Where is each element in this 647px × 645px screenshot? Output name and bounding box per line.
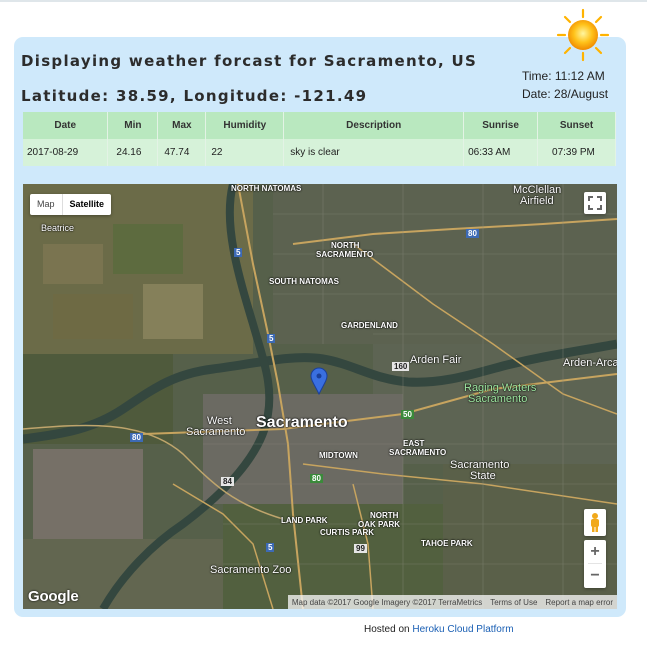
column-header-description: Description (283, 112, 465, 139)
cell-max: 47.74 (157, 139, 207, 166)
fullscreen-button[interactable] (584, 192, 606, 214)
map-label-interstate-5-north: 5 (234, 248, 243, 257)
map-label-south-natomas: SOUTH NATOMAS (269, 277, 339, 286)
column-header-max: Max (157, 112, 207, 139)
map-label-north-sacramento-1: NORTH (331, 241, 360, 250)
map-label-east-sacramento-2: SACRAMENTO (389, 448, 447, 457)
cell-sunrise: 06:33 AM (463, 139, 539, 166)
map-label-arden-fair: Arden Fair (410, 354, 462, 366)
cell-humidity: 22 (205, 139, 285, 166)
hosted-prefix: Hosted on (364, 624, 410, 635)
map-label-midtown: MIDTOWN (319, 451, 358, 460)
map-label-west-sacramento-2: Sacramento (186, 426, 246, 438)
column-header-sunrise: Sunrise (463, 112, 539, 139)
coordinates-heading: Latitude: 38.59, Longitude: -121.49 (21, 87, 368, 105)
map-attribution-bar: Map data ©2017 Google Imagery ©2017 Terr… (287, 595, 617, 609)
forecast-table: Date Min Max Humidity Description Sunris… (23, 112, 616, 166)
google-logo[interactable]: Google (28, 588, 79, 605)
map-label-curtis-park: CURTIS PARK (320, 528, 375, 537)
map-label-north-sacramento-2: SACRAMENTO (316, 250, 374, 259)
table-row: 2017-08-29 24.16 47.74 22 sky is clear 0… (23, 139, 616, 166)
map-label-sacramento-zoo: Sacramento Zoo (210, 564, 292, 576)
map-label-highway-80-east: 80 (466, 229, 479, 238)
fullscreen-icon (588, 196, 602, 210)
map-type-satellite-button[interactable]: Satellite (61, 194, 112, 215)
cell-description: sky is clear (283, 139, 465, 166)
terms-of-use-link[interactable]: Terms of Use (490, 598, 537, 607)
map-label-route-50: 50 (401, 410, 414, 419)
map-label-north-oak-park-1: NORTH (370, 511, 399, 520)
map-label-interstate-5-mid: 5 (267, 334, 276, 343)
map-label-route-99: 99 (354, 544, 367, 553)
sun-icon (556, 8, 610, 62)
map-type-map-button[interactable]: Map (30, 194, 62, 215)
pegman-icon (591, 513, 599, 532)
column-header-date: Date (23, 112, 109, 139)
map-label-sacramento-state-2: State (470, 470, 496, 482)
cell-min: 24.16 (107, 139, 159, 166)
table-header-row: Date Min Max Humidity Description Sunris… (23, 112, 616, 139)
column-header-sunset: Sunset (537, 112, 616, 139)
zoom-out-button[interactable]: − (584, 564, 606, 587)
satellite-map[interactable]: NORTH NATOMAS McClellan Airfield Beatric… (23, 184, 617, 609)
top-divider (0, 0, 647, 2)
map-label-highway-80-west: 80 (130, 433, 143, 442)
cell-date: 2017-08-29 (23, 139, 109, 166)
map-label-raging-waters-2: Sacramento (468, 393, 528, 405)
map-type-toggle: Map Satellite (30, 194, 112, 215)
zoom-control: + − (584, 540, 606, 588)
map-label-land-park: LAND PARK (281, 516, 328, 525)
zoom-in-button[interactable]: + (584, 540, 606, 563)
column-header-humidity: Humidity (205, 112, 285, 139)
map-label-airfield: Airfield (520, 195, 554, 207)
map-label-interstate-5-south: 5 (266, 543, 275, 552)
current-date: Date: 28/August (522, 87, 609, 101)
cell-sunset: 07:39 PM (537, 139, 616, 166)
map-label-route-84: 84 (221, 477, 234, 486)
map-label-north-natomas: NORTH NATOMAS (231, 184, 302, 193)
map-label-business-80: 80 (310, 474, 323, 483)
street-view-pegman-button[interactable] (584, 509, 606, 536)
hosted-footer: Hosted on Heroku Cloud Platform (364, 624, 514, 635)
report-map-error-link[interactable]: Report a map error (545, 598, 613, 607)
map-label-sacramento: Sacramento (256, 414, 348, 431)
column-header-min: Min (107, 112, 159, 139)
map-label-arden-arcade: Arden-Arca (563, 357, 617, 369)
map-label-tahoe-park: TAHOE PARK (421, 539, 473, 548)
map-data-attribution: Map data ©2017 Google Imagery ©2017 Terr… (291, 597, 483, 607)
map-label-east-sacramento-1: EAST (403, 439, 425, 448)
satellite-imagery (23, 184, 617, 609)
page-title: Displaying weather forcast for Sacrament… (21, 52, 478, 70)
map-label-beatrice: Beatrice (41, 223, 75, 233)
map-label-route-160: 160 (392, 362, 410, 371)
current-time: Time: 11:12 AM (522, 69, 605, 83)
heroku-link[interactable]: Heroku Cloud Platform (412, 624, 513, 635)
map-label-gardenland: GARDENLAND (341, 321, 398, 330)
